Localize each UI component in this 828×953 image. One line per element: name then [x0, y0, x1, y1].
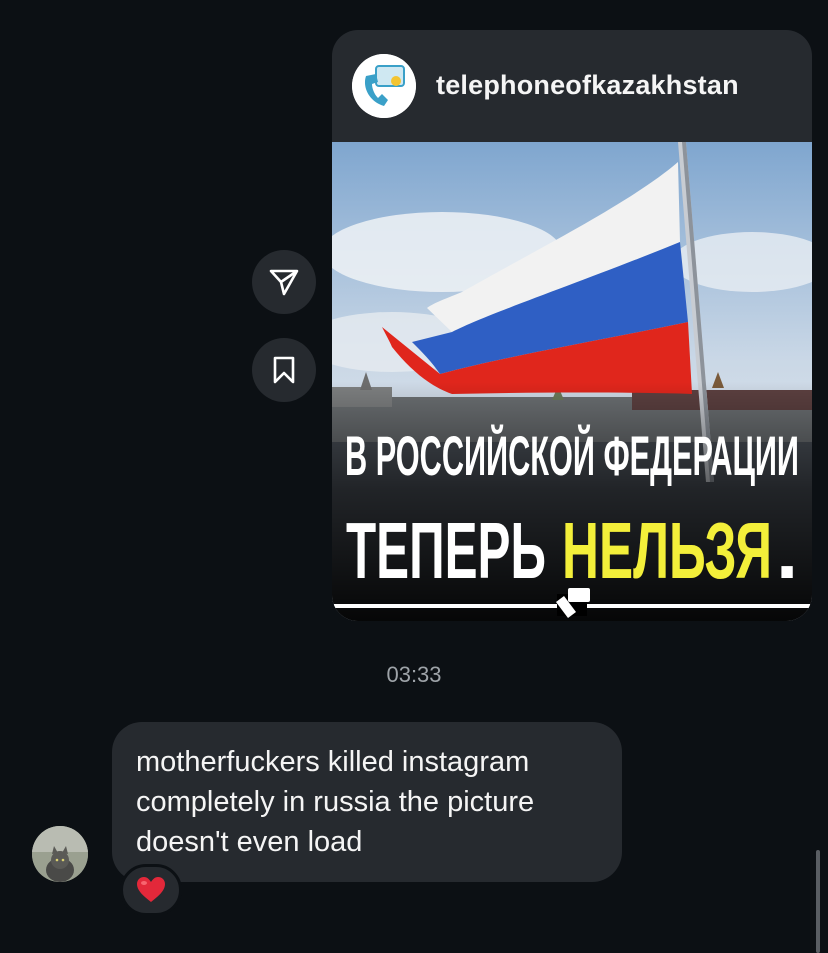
headline-dot: .	[776, 506, 798, 595]
post-account-avatar[interactable]	[352, 54, 416, 118]
post-username[interactable]: telephoneofkazakhstan	[436, 70, 739, 101]
headline-word-white: ТЕПЕРЬ	[346, 506, 546, 595]
paper-plane-icon	[269, 269, 299, 296]
heart-reaction[interactable]	[120, 864, 182, 916]
message-bubble[interactable]: motherfuckers killed instagram completel…	[112, 722, 622, 882]
heart-icon	[137, 877, 165, 902]
save-button[interactable]	[252, 338, 316, 402]
bookmark-icon	[273, 356, 295, 384]
post-image[interactable]: В РОССИЙСКОЙ ФЕДЕРАЦИИ ТЕПЕРЬ НЕЛЬЗЯ .	[332, 142, 812, 621]
scrollbar[interactable]	[816, 850, 820, 953]
message-text-line: completely in russia the picture	[136, 786, 535, 818]
message-timestamp: 03:33	[386, 662, 442, 687]
headline-line2: ТЕПЕРЬ НЕЛЬЗЯ .	[346, 506, 798, 595]
message-text-line: motherfuckers killed instagram	[136, 746, 530, 778]
russian-flag-photo: В РОССИЙСКОЙ ФЕДЕРАЦИИ ТЕПЕРЬ НЕЛЬЗЯ .	[332, 142, 812, 621]
message-text-line: doesn't even load	[136, 826, 363, 858]
cat-avatar-image	[32, 826, 88, 882]
sender-avatar[interactable]	[32, 826, 88, 882]
post-header[interactable]: telephoneofkazakhstan	[332, 30, 812, 142]
headline-line1: В РОССИЙСКОЙ ФЕДЕРАЦИИ	[345, 424, 799, 487]
share-button[interactable]	[252, 250, 316, 314]
telephone-logo-icon	[352, 54, 416, 118]
shared-post-card[interactable]: telephoneofkazakhstan В РОССИЙСКОЙ ФЕДЕР…	[332, 30, 812, 621]
headline-word-yellow: НЕЛЬЗЯ	[562, 506, 772, 595]
